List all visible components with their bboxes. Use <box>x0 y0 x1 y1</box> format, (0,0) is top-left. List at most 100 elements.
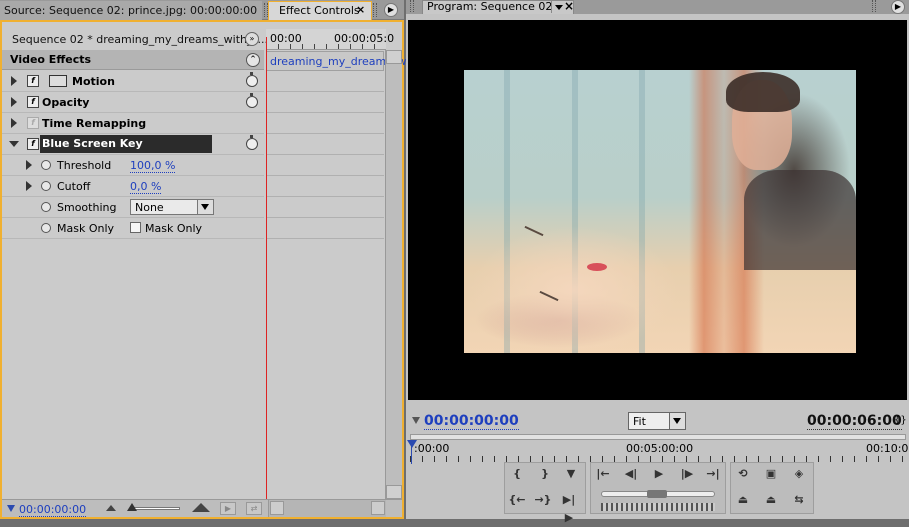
stopwatch-icon[interactable] <box>41 223 51 233</box>
program-video-display[interactable] <box>408 20 907 400</box>
reset-icon[interactable] <box>246 135 258 150</box>
effect-row-opacity[interactable]: f Opacity <box>2 92 264 113</box>
expand-triangle-icon[interactable] <box>11 97 17 107</box>
zoom-slider[interactable] <box>130 507 180 510</box>
show-hide-timeline-icon[interactable]: » <box>245 32 259 46</box>
set-marker-icon[interactable]: ▼ <box>561 465 581 483</box>
marker-controls-group: { } ▼ {← →} ▶|▶ <box>504 462 586 524</box>
motion-transform-icon[interactable] <box>49 75 67 87</box>
play-in-to-out-button[interactable]: ▶|▶ <box>559 491 579 524</box>
effect-row-time-remapping[interactable]: f Time Remapping <box>2 113 264 134</box>
playhead-line[interactable] <box>411 444 412 464</box>
goto-previous-edit-icon[interactable]: |← <box>593 465 613 483</box>
jog-disk[interactable] <box>601 503 715 511</box>
output-icon[interactable]: ◈ <box>789 465 809 483</box>
step-back-button[interactable]: ◀| <box>621 465 641 483</box>
horizontal-scrollbar[interactable] <box>268 500 386 517</box>
collapse-icon[interactable]: ⌃ <box>246 53 260 67</box>
tab-grip[interactable] <box>410 0 414 12</box>
expand-triangle-icon[interactable] <box>26 181 32 191</box>
effect-controls-current-time[interactable]: 00:00:00:00 <box>19 503 87 517</box>
effect-row-blue-screen-key[interactable]: f Blue Screen Key <box>2 134 264 155</box>
cutoff-value[interactable]: 0,0 % <box>130 180 162 194</box>
panel-menu-icon[interactable]: ▶ <box>891 0 905 14</box>
reset-icon[interactable] <box>246 72 258 87</box>
param-label-smoothing: Smoothing <box>57 201 117 214</box>
effect-timeline-tracks[interactable] <box>266 71 384 241</box>
program-time-ruler[interactable]: :00:00 00:05:00:00 00:10:0 <box>410 432 909 462</box>
expand-triangle-icon[interactable] <box>11 118 17 128</box>
zoom-out-icon[interactable] <box>106 505 116 511</box>
safe-margins-icon[interactable]: ▣ <box>761 465 781 483</box>
smoothing-dropdown[interactable]: None <box>130 199 214 215</box>
ruler-end-label: 00:10:0 <box>866 442 909 455</box>
threshold-value[interactable]: 100,0 % <box>130 159 176 173</box>
stopwatch-icon[interactable] <box>41 160 51 170</box>
panel-menu-icon[interactable]: ▶ <box>384 3 398 17</box>
scroll-up-icon[interactable] <box>386 50 402 64</box>
goto-out-point-button[interactable]: →} <box>533 491 553 509</box>
set-in-point-button[interactable]: { <box>507 465 527 483</box>
goto-next-edit-icon[interactable]: →| <box>703 465 723 483</box>
loop-icon[interactable]: ⟲ <box>733 465 753 483</box>
tab-source-monitor[interactable]: Source: Sequence 02: prince.jpg: 00:00:0… <box>0 1 262 20</box>
effect-controls-footer: 00:00:00:00 ▶ ⇄ <box>2 499 402 517</box>
expand-triangle-icon[interactable] <box>11 76 17 86</box>
video-frame-image <box>464 70 856 353</box>
reset-icon[interactable] <box>246 93 258 108</box>
zoom-level-dropdown[interactable]: Fit <box>628 412 686 430</box>
shuttle-thumb[interactable] <box>647 490 667 498</box>
program-duration[interactable]: 00:00:06:00 <box>807 413 902 430</box>
video-effects-title: Video Effects <box>10 53 92 66</box>
play-button[interactable]: ▶ <box>649 465 669 483</box>
ruler-ticks <box>266 44 386 49</box>
zoom-in-icon[interactable] <box>192 503 210 512</box>
scroll-down-icon[interactable] <box>386 485 402 499</box>
vertical-scrollbar[interactable] <box>385 50 402 499</box>
ruler-start-label: :00:00 <box>414 442 450 455</box>
mask-only-checkbox-label[interactable]: Mask Only <box>145 222 202 235</box>
loop-icon[interactable]: ⇄ <box>246 502 262 515</box>
chevron-down-icon[interactable] <box>669 413 685 429</box>
fx-toggle-icon[interactable]: f <box>27 96 39 108</box>
chevron-down-icon[interactable] <box>197 200 213 214</box>
trim-icon[interactable]: ⇆ <box>789 491 809 509</box>
expand-triangle-icon[interactable] <box>26 160 32 170</box>
lift-icon[interactable]: ⏏ <box>733 491 753 509</box>
step-forward-button[interactable]: |▶ <box>677 465 697 483</box>
zoom-slider-thumb[interactable] <box>127 503 137 511</box>
chevron-down-icon[interactable] <box>551 1 565 13</box>
fx-toggle-icon[interactable]: f <box>27 75 39 87</box>
tab-program-monitor[interactable]: Program: Sequence 02 <box>422 0 574 14</box>
fx-toggle-icon[interactable]: f <box>27 138 39 150</box>
stopwatch-icon[interactable] <box>41 181 51 191</box>
effect-controls-panel: Source: Sequence 02: prince.jpg: 00:00:0… <box>0 0 447 519</box>
program-monitor-panel: Program: Sequence 02 × ▶ 00:00:00:00 Fit… <box>406 0 909 524</box>
tab-grip-right[interactable] <box>872 0 876 12</box>
effect-row-motion[interactable]: f Motion <box>2 71 264 92</box>
scroll-left-icon[interactable] <box>270 501 284 515</box>
mask-only-checkbox[interactable] <box>130 222 141 233</box>
scroll-right-icon[interactable] <box>371 501 385 515</box>
playhead-line[interactable] <box>266 37 267 499</box>
extract-icon[interactable]: ⏏ <box>761 491 781 509</box>
image-detail <box>726 72 800 112</box>
program-tab-label: Program: Sequence 02 <box>427 0 553 13</box>
program-current-time[interactable]: 00:00:00:00 <box>424 413 519 430</box>
play-audio-icon[interactable]: ▶ <box>220 502 236 515</box>
smoothing-selected-value: None <box>135 201 164 214</box>
close-tab-icon[interactable]: × <box>564 0 574 12</box>
set-out-point-button[interactable]: } <box>535 465 555 483</box>
param-row-smoothing: Smoothing None <box>2 197 264 218</box>
goto-in-point-button[interactable]: {← <box>507 491 527 509</box>
stopwatch-icon[interactable] <box>41 202 51 212</box>
zoom-level-value: Fit <box>633 415 646 428</box>
close-tab-icon[interactable]: × <box>356 3 365 16</box>
fx-toggle-icon: f <box>27 117 39 129</box>
playhead-handle[interactable] <box>407 440 417 448</box>
viewing-area-bar[interactable] <box>410 434 906 440</box>
effect-timeline-ruler[interactable]: 00:00 00:00:05:0 <box>266 29 394 50</box>
tab-grip-right[interactable] <box>373 3 377 17</box>
collapse-triangle-icon[interactable] <box>9 141 19 147</box>
clip-bar[interactable]: dreaming_my_dreams_with_you <box>266 51 447 71</box>
